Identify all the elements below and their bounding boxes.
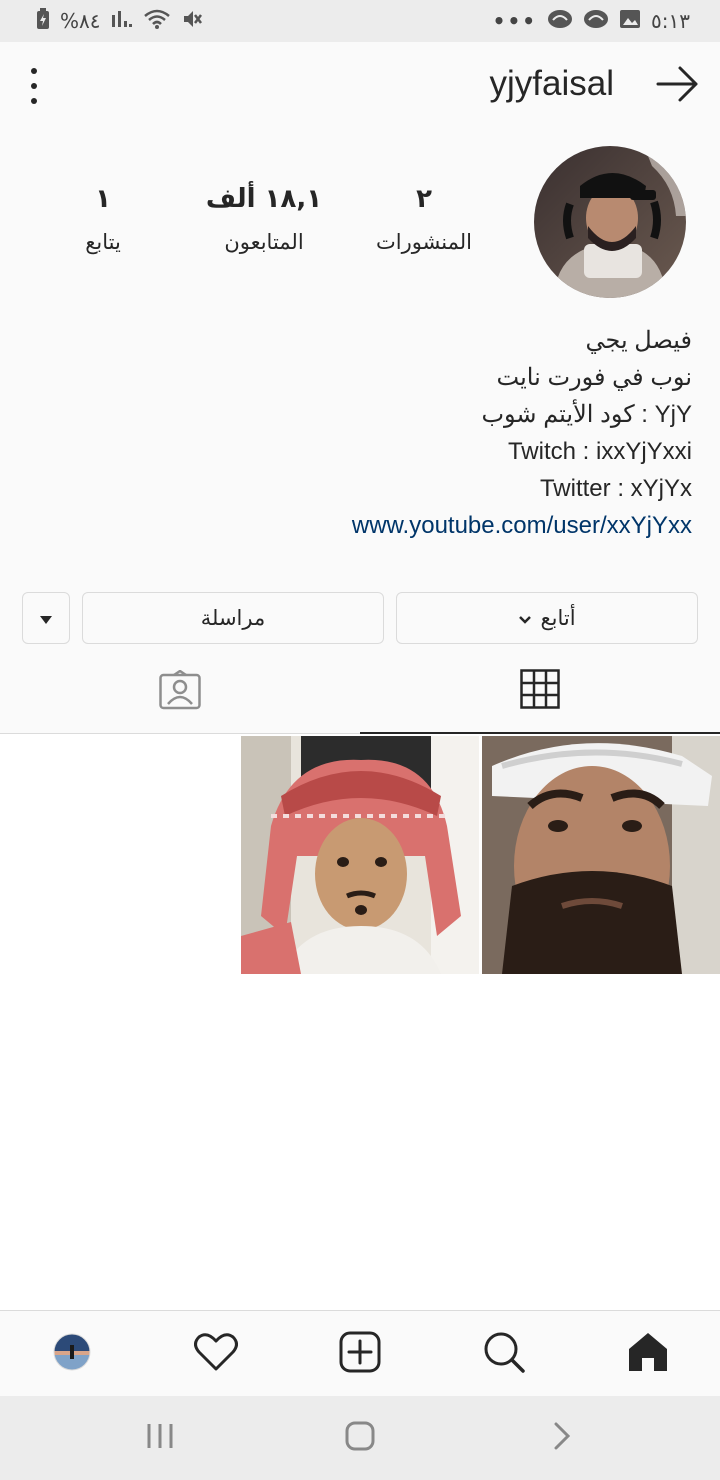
system-back-button[interactable] xyxy=(502,1396,622,1480)
signal-icon xyxy=(111,9,133,34)
bio-line: كود الأيتم شوب : YjY xyxy=(481,401,692,428)
message-button-label: مراسلة xyxy=(200,606,266,630)
bio-line: نوب في فورت نايت xyxy=(496,364,692,391)
system-navigation-bar xyxy=(0,1396,720,1480)
notification-app-icon xyxy=(583,8,609,35)
status-right: ••• ٥:١٣ xyxy=(493,8,690,35)
profile-username: yjyfaisal xyxy=(489,64,614,103)
following-label: يتابع xyxy=(85,230,121,254)
following-count: ١ xyxy=(95,184,111,214)
profile-header: yjyfaisal xyxy=(0,42,720,130)
bottom-navigation xyxy=(0,1310,720,1396)
followers-label: المتابعون xyxy=(224,230,304,254)
battery-icon xyxy=(36,7,50,35)
tab-tagged[interactable] xyxy=(0,650,360,734)
followers-stat[interactable]: ١٨,١ ألف المتابعون xyxy=(179,184,349,254)
system-home-icon xyxy=(345,1421,375,1455)
gallery-icon xyxy=(619,9,641,34)
following-stat[interactable]: ١ يتابع xyxy=(18,184,188,254)
follow-button[interactable]: أتابع xyxy=(396,592,698,644)
bio-link[interactable]: www.youtube.com/user/xxYjYxx xyxy=(92,507,692,544)
battery-percent: %٨٤ xyxy=(60,9,101,33)
post-thumbnail[interactable] xyxy=(482,736,720,974)
profile-avatar[interactable] xyxy=(534,146,686,298)
bio-line: Twitter : xYjYx xyxy=(539,475,692,502)
search-icon xyxy=(483,1331,525,1377)
profile-bio: فيصل يجي نوب في فورت نايت كود الأيتم شوب… xyxy=(92,322,692,544)
follow-button-label: أتابع xyxy=(540,606,576,630)
notification-app-icon xyxy=(547,8,573,35)
posts-count: ٢ xyxy=(416,184,432,214)
bio-name: فيصل يجي xyxy=(585,327,692,354)
tab-posts-grid[interactable] xyxy=(360,650,720,734)
system-home-button[interactable] xyxy=(300,1396,420,1480)
plus-square-icon xyxy=(339,1331,381,1377)
chevron-down-icon xyxy=(518,606,532,630)
status-bar: %٨٤ ••• ٥:١٣ xyxy=(0,0,720,42)
mute-icon xyxy=(181,8,203,35)
recent-apps-button[interactable] xyxy=(100,1396,220,1480)
notification-more: ••• xyxy=(492,9,538,33)
profile-section: ٢ المنشورات ١٨,١ ألف المتابعون ١ يتابع ف… xyxy=(0,130,720,730)
posts-stat: ٢ المنشورات xyxy=(339,184,509,254)
options-menu-icon[interactable] xyxy=(22,68,46,104)
nav-search[interactable] xyxy=(432,1311,576,1397)
message-button[interactable]: مراسلة xyxy=(82,592,384,644)
bio-line: Twitch : ixxYjYxxi xyxy=(507,438,692,465)
tagged-person-icon xyxy=(159,669,201,714)
followers-count: ١٨,١ ألف xyxy=(205,184,323,214)
nav-profile[interactable] xyxy=(0,1311,144,1397)
back-arrow-icon[interactable] xyxy=(656,64,700,104)
posts-label: المنشورات xyxy=(375,230,473,254)
nav-activity[interactable] xyxy=(144,1311,288,1397)
profile-avatar-icon xyxy=(53,1333,91,1375)
wifi-icon xyxy=(143,8,171,35)
status-left: %٨٤ xyxy=(36,7,203,35)
recent-apps-icon xyxy=(146,1423,174,1453)
profile-tabs xyxy=(0,650,720,734)
home-icon xyxy=(627,1331,669,1377)
grid-icon xyxy=(520,669,560,713)
heart-icon xyxy=(194,1332,238,1376)
post-thumbnail[interactable] xyxy=(241,736,479,974)
suggestions-dropdown-button[interactable] xyxy=(22,592,70,644)
caret-down-icon xyxy=(39,606,53,630)
nav-home[interactable] xyxy=(576,1311,720,1397)
chevron-right-icon xyxy=(553,1422,571,1454)
status-time: ٥:١٣ xyxy=(651,9,690,33)
posts-grid xyxy=(0,736,720,974)
nav-new-post[interactable] xyxy=(288,1311,432,1397)
